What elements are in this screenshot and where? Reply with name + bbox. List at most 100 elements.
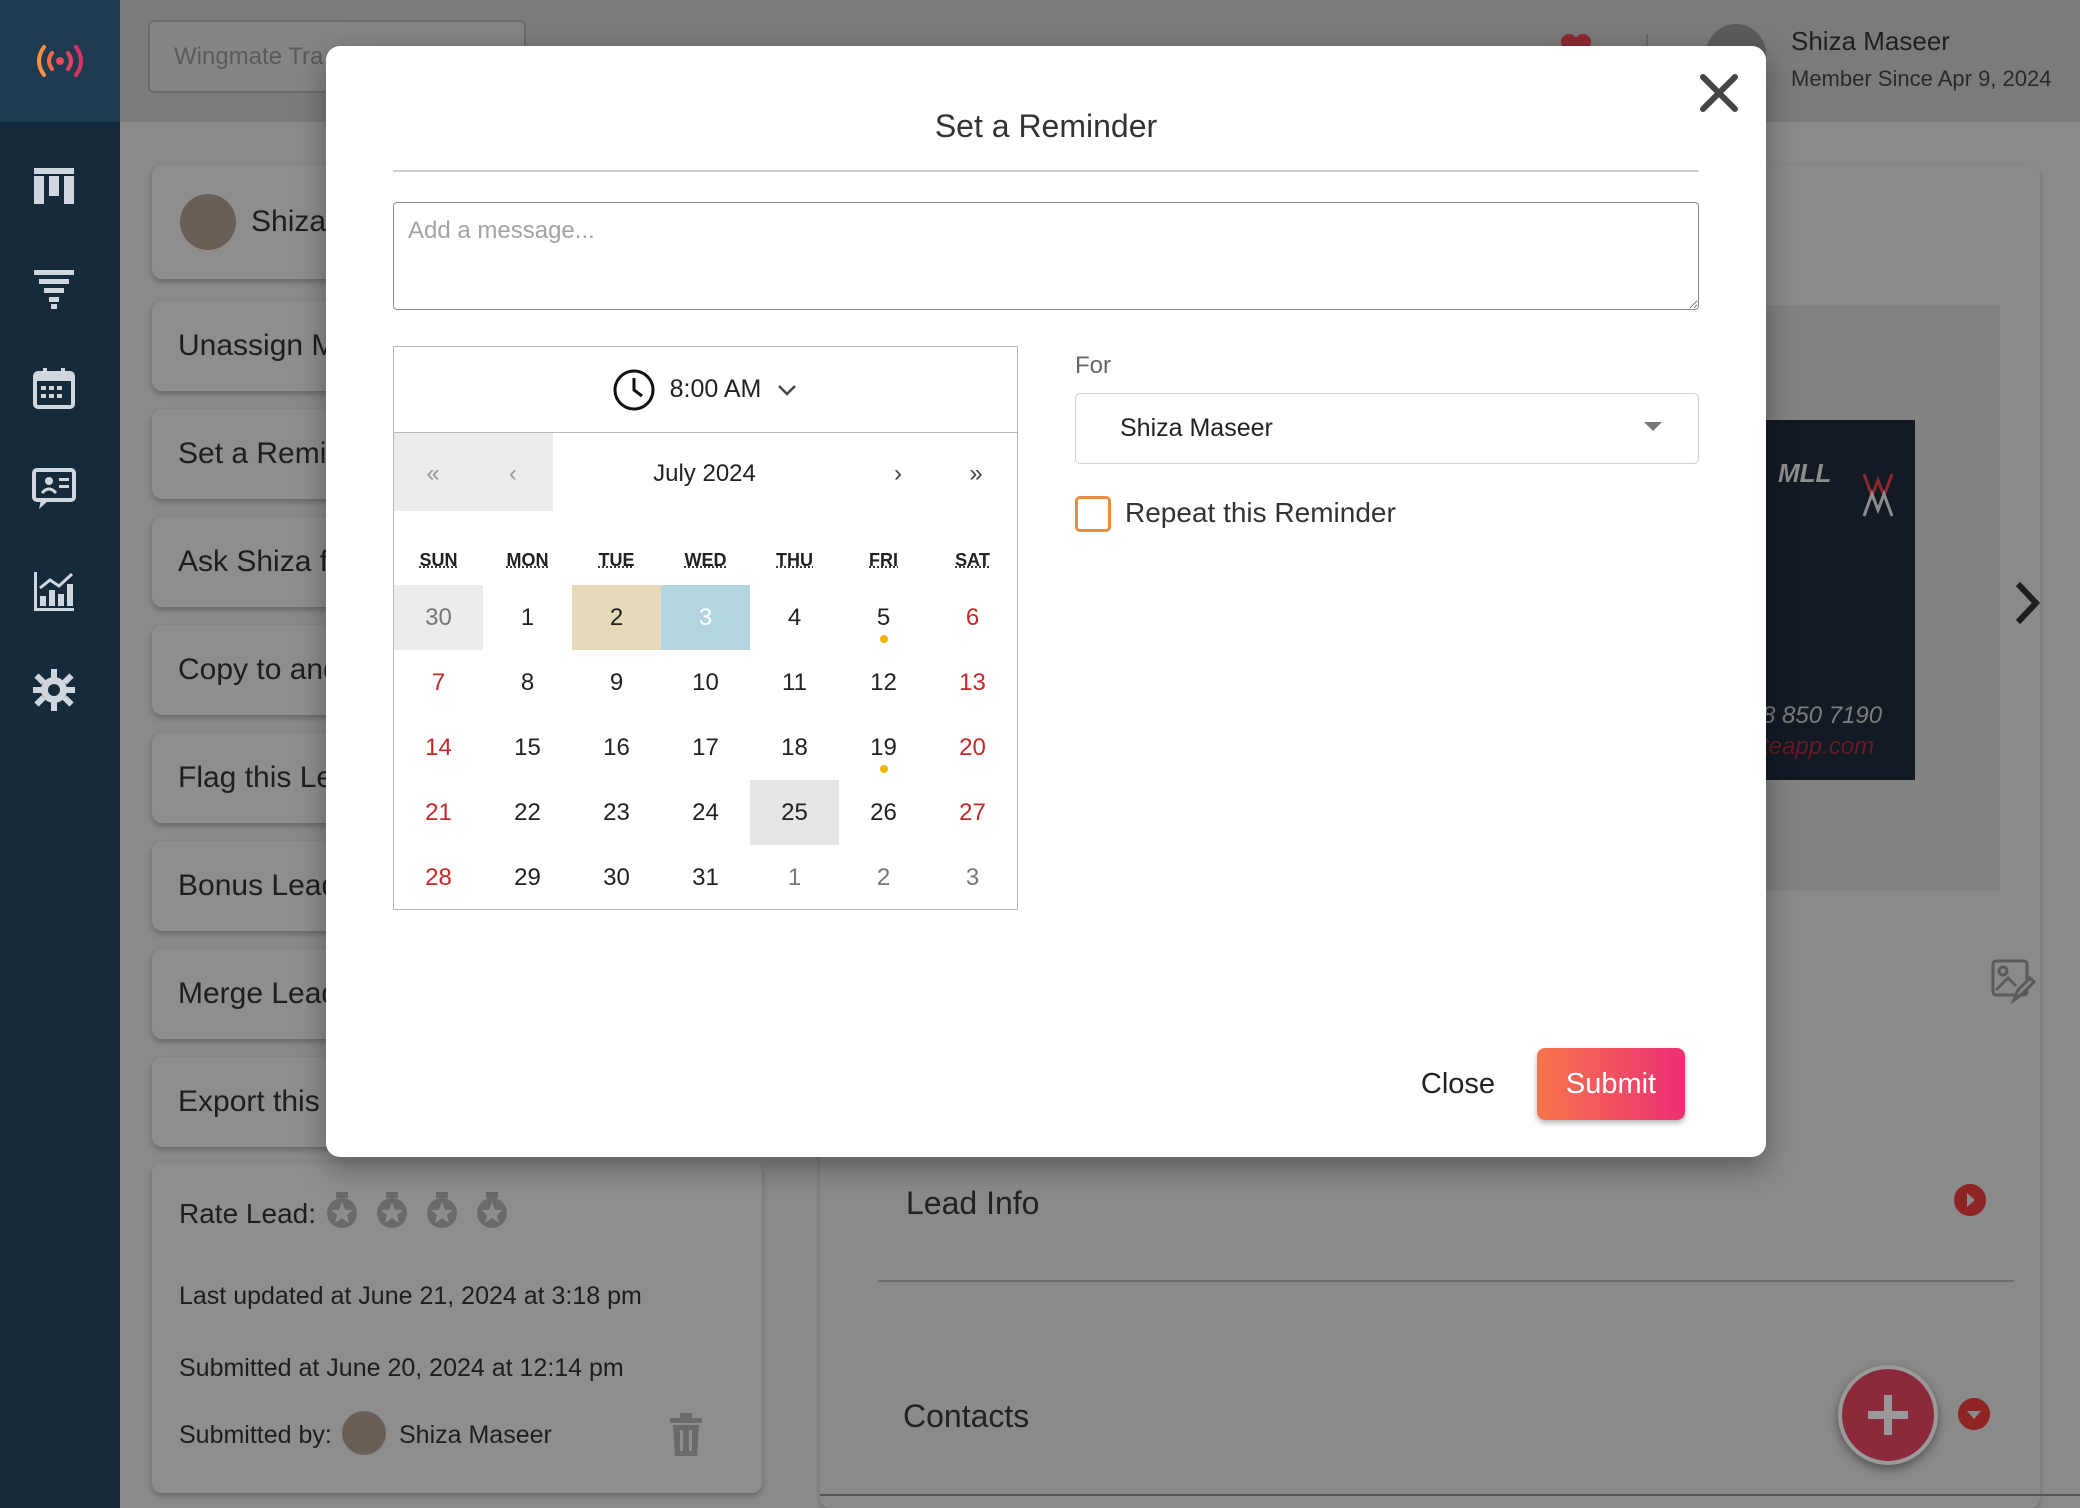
edit-image-icon[interactable]	[1990, 958, 2036, 1004]
lead-info-heading[interactable]: Lead Info	[906, 1185, 1039, 1222]
weekday-label: SAT	[955, 550, 990, 570]
calendar-day[interactable]: 20	[928, 715, 1017, 780]
assignee-select[interactable]: Shiza Maseer	[1075, 393, 1699, 464]
close-button[interactable]: Close	[1405, 1048, 1511, 1120]
user-name[interactable]: Shiza Maseer	[1791, 26, 1950, 57]
clock-icon	[613, 369, 655, 410]
calendar-day[interactable]: 3	[661, 585, 750, 650]
chat-icon[interactable]	[28, 463, 80, 515]
calendar-day[interactable]: 19	[839, 715, 928, 780]
calendar-day[interactable]: 31	[661, 845, 750, 910]
rating-star-icon[interactable]	[325, 1192, 359, 1230]
prev-year-button[interactable]: «	[408, 460, 458, 488]
action-label: Unassign M	[178, 329, 337, 362]
calendar-day[interactable]: 29	[483, 845, 572, 910]
dropdown-arrow-icon[interactable]	[1958, 1398, 1990, 1430]
last-updated-text: Last updated at June 21, 2024 at 3:18 pm	[179, 1282, 642, 1310]
action-label: Copy to and	[178, 653, 340, 686]
weekday-label: FRI	[869, 550, 898, 570]
submitted-by-label: Submitted by:	[179, 1421, 332, 1449]
calendar-day[interactable]: 17	[661, 715, 750, 780]
calendar-day[interactable]: 9	[572, 650, 661, 715]
analytics-icon[interactable]	[28, 564, 80, 616]
weekday-label: MON	[506, 550, 549, 570]
funnel-icon[interactable]	[28, 262, 80, 314]
prev-month-button[interactable]: ‹	[488, 460, 538, 488]
calendar-day[interactable]: 8	[483, 650, 572, 715]
app-logo[interactable]	[0, 0, 120, 122]
calendar-day[interactable]: 25	[750, 780, 839, 845]
calendar-day[interactable]: 18	[750, 715, 839, 780]
card-brand-text: MLL	[1778, 458, 1832, 488]
action-label: Set a Remin	[178, 437, 344, 470]
divider	[393, 170, 1699, 172]
submitter-avatar	[342, 1411, 386, 1455]
calendar-day[interactable]: 6	[928, 585, 1017, 650]
calendar-day[interactable]: 4	[750, 585, 839, 650]
submitted-by-name: Shiza Maseer	[399, 1421, 552, 1449]
calendar-day[interactable]: 21	[394, 780, 483, 845]
action-label: Export this	[178, 1085, 320, 1118]
divider	[820, 1494, 2080, 1496]
action-label: Bonus Lead	[178, 869, 339, 902]
card-phone-text: 8 850 7190	[1762, 702, 1883, 729]
caret-down-icon	[1644, 422, 1662, 431]
event-dot	[880, 635, 888, 643]
sidebar	[0, 0, 120, 1508]
close-icon[interactable]	[1696, 70, 1742, 116]
calendar-day[interactable]: 1	[750, 845, 839, 910]
contacts-heading[interactable]: Contacts	[903, 1398, 1029, 1435]
card-web-text: teapp.com	[1762, 733, 1875, 760]
calendar-day[interactable]: 30	[572, 845, 661, 910]
calendar-day[interactable]: 11	[750, 650, 839, 715]
calendar-day[interactable]: 27	[928, 780, 1017, 845]
weekday-label: TUE	[598, 550, 635, 570]
rating-star-icon[interactable]	[425, 1192, 459, 1230]
calendar-day[interactable]: 2	[839, 845, 928, 910]
time-picker[interactable]: 8:00 AM	[394, 347, 1017, 433]
assignee-value: Shiza Maseer	[1120, 414, 1273, 442]
calendar-day[interactable]: 23	[572, 780, 661, 845]
submit-button[interactable]: Submit	[1537, 1048, 1685, 1120]
add-fab-button[interactable]	[1838, 1365, 1938, 1465]
calendar-day[interactable]: 2	[572, 585, 661, 650]
card-logo-icon	[1862, 473, 1894, 517]
calendar-day[interactable]: 16	[572, 715, 661, 780]
expand-arrow-icon[interactable]	[1954, 1184, 1986, 1216]
repeat-label[interactable]: Repeat this Reminder	[1125, 497, 1396, 529]
rating-star-icon[interactable]	[475, 1192, 509, 1230]
chevron-right-icon[interactable]	[2012, 580, 2042, 626]
calendar-day[interactable]: 13	[928, 650, 1017, 715]
next-year-button[interactable]: »	[951, 460, 1001, 488]
plus-icon	[1868, 1395, 1908, 1435]
calendar-day[interactable]: 5	[839, 585, 928, 650]
calendar-day[interactable]: 22	[483, 780, 572, 845]
time-value: 8:00 AM	[669, 375, 762, 403]
calendar-icon[interactable]	[28, 362, 80, 414]
next-month-button[interactable]: ›	[873, 460, 923, 488]
owner-avatar	[180, 194, 236, 250]
calendar-day[interactable]: 1	[483, 585, 572, 650]
calendar-day[interactable]: 7	[394, 650, 483, 715]
calendar-day[interactable]: 26	[839, 780, 928, 845]
action-label: Merge Lead	[178, 977, 339, 1010]
submitted-at-text: Submitted at June 20, 2024 at 12:14 pm	[179, 1354, 624, 1382]
calendar-day[interactable]: 24	[661, 780, 750, 845]
month-label[interactable]: July 2024	[553, 460, 856, 488]
chevron-down-icon	[778, 384, 797, 396]
action-label: Ask Shiza fo	[178, 545, 345, 578]
repeat-checkbox[interactable]	[1075, 496, 1111, 532]
calendar-day[interactable]: 14	[394, 715, 483, 780]
divider	[878, 1280, 2014, 1282]
calendar-day[interactable]: 12	[839, 650, 928, 715]
calendar-day[interactable]: 30	[394, 585, 483, 650]
calendar-day[interactable]: 10	[661, 650, 750, 715]
message-input[interactable]	[393, 202, 1699, 310]
board-icon[interactable]	[28, 160, 80, 212]
calendar-day[interactable]: 3	[928, 845, 1017, 910]
rating-star-icon[interactable]	[375, 1192, 409, 1230]
settings-icon[interactable]	[28, 664, 80, 716]
trash-icon[interactable]	[666, 1412, 706, 1458]
calendar-day[interactable]: 15	[483, 715, 572, 780]
calendar-day[interactable]: 28	[394, 845, 483, 910]
